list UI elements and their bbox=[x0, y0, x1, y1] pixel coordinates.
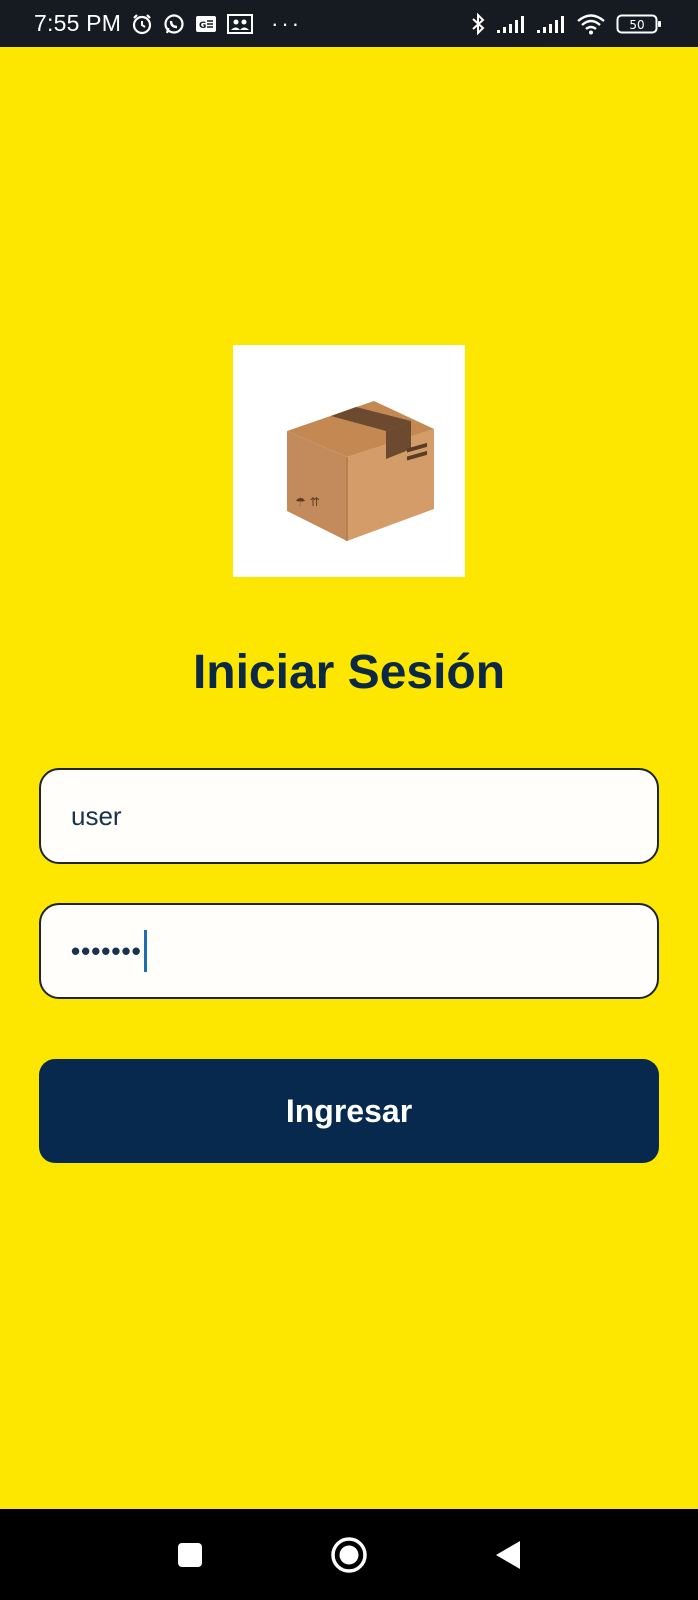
text-cursor bbox=[143, 930, 147, 972]
svg-text:G: G bbox=[199, 21, 206, 31]
recents-square-icon[interactable] bbox=[168, 1533, 212, 1577]
battery-level: 50 bbox=[629, 18, 644, 32]
sim-card-icon: G bbox=[195, 15, 217, 33]
signal-icon bbox=[536, 14, 566, 34]
bluetooth-icon bbox=[470, 12, 486, 36]
system-nav-bar bbox=[0, 1509, 698, 1600]
package-box-icon: ☂ ⇈ bbox=[287, 401, 434, 541]
login-screen: ☂ ⇈ Iniciar Sesión user ••••••• Ingresar bbox=[0, 47, 698, 1509]
status-time: 7:55 PM bbox=[34, 10, 122, 36]
whatsapp-icon bbox=[163, 13, 185, 35]
username-field[interactable]: user bbox=[39, 768, 659, 864]
signal-icon bbox=[496, 14, 526, 34]
more-dots-icon: ··· bbox=[271, 10, 303, 36]
password-masked-value: ••••••• bbox=[71, 935, 142, 966]
login-button[interactable]: Ingresar bbox=[39, 1059, 659, 1163]
status-bar: 7:55 PM G ··· 50 bbox=[0, 0, 698, 47]
people-icon bbox=[227, 13, 254, 34]
login-button-label: Ingresar bbox=[285, 1092, 413, 1129]
svg-text:☂ ⇈: ☂ ⇈ bbox=[295, 495, 320, 509]
status-left: 7:55 PM G ··· bbox=[34, 10, 302, 37]
username-value: user bbox=[71, 800, 122, 831]
page-title: Iniciar Sesión bbox=[192, 646, 506, 699]
alarm-icon bbox=[131, 13, 153, 35]
battery-icon: 50 bbox=[616, 13, 662, 35]
wifi-icon bbox=[576, 13, 606, 35]
status-right: 50 bbox=[470, 12, 662, 36]
home-circle-icon[interactable] bbox=[327, 1533, 371, 1577]
back-triangle-icon[interactable] bbox=[486, 1533, 530, 1577]
password-field[interactable]: ••••••• bbox=[39, 903, 659, 999]
app-logo: ☂ ⇈ bbox=[233, 345, 465, 577]
